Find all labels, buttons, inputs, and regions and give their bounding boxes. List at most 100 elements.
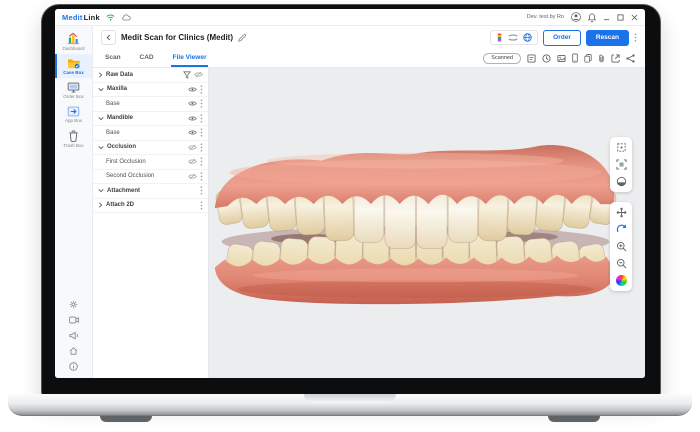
settings-gear-icon[interactable] <box>69 300 78 309</box>
brand-link: Link <box>84 13 100 22</box>
zoom-out-icon[interactable] <box>616 258 627 269</box>
tree-row-maxilla[interactable]: Maxilla <box>93 83 208 98</box>
laptop-mockup: MeditLink Dev. test by Ro Dashboard Case <box>0 0 700 432</box>
visibility-off-icon[interactable] <box>194 71 203 78</box>
cloud-icon <box>121 14 131 21</box>
tree-row-first-occlusion[interactable]: First Occlusion <box>93 155 208 170</box>
maximize-icon[interactable] <box>617 14 624 21</box>
row-menu-icon[interactable] <box>200 128 203 137</box>
sidebar-item-dashboard[interactable]: Dashboard <box>55 28 92 54</box>
attachment-icon[interactable] <box>598 54 605 63</box>
capture-icon[interactable] <box>557 54 566 63</box>
tree-row-attachment[interactable]: Attachment <box>93 184 208 199</box>
camera-icon[interactable] <box>69 316 79 324</box>
mobile-icon[interactable] <box>572 53 578 63</box>
row-menu-icon[interactable] <box>200 99 203 108</box>
pencil-icon[interactable] <box>238 34 246 42</box>
tab-file-viewer[interactable]: File Viewer <box>171 49 209 67</box>
display-mode-icon[interactable] <box>616 176 627 187</box>
tree-row-attach-2d[interactable]: Attach 2D <box>93 199 208 214</box>
color-texture-icon[interactable] <box>616 275 627 286</box>
tree-row-second-occlusion[interactable]: Second Occlusion <box>93 170 208 185</box>
minimize-icon[interactable] <box>603 14 610 21</box>
order-button[interactable]: Order <box>543 30 581 46</box>
avatar-icon[interactable] <box>571 12 581 22</box>
expand-icon <box>98 87 104 92</box>
history-icon[interactable] <box>542 54 551 63</box>
tab-scan[interactable]: Scan <box>103 49 123 67</box>
trash-icon <box>68 130 79 142</box>
visibility-off-icon[interactable] <box>188 158 197 165</box>
tree-row-label: Attachment <box>107 188 140 194</box>
view-toolbar-bottom <box>610 202 632 291</box>
visibility-on-icon[interactable] <box>188 86 197 93</box>
tree-row-mandible[interactable]: Mandible <box>93 112 208 127</box>
tree-row-label: Mandible <box>107 115 133 121</box>
tree-row-label: Occlusion <box>107 144 136 150</box>
case-title: Medit Scan for Clinics (Medit) <box>121 33 233 42</box>
dashboard-icon <box>67 32 80 45</box>
collapse-icon <box>98 202 103 208</box>
row-menu-icon[interactable] <box>200 172 203 181</box>
rescan-button[interactable]: Rescan <box>586 30 629 46</box>
close-icon[interactable] <box>631 14 638 21</box>
tree-row-label: Second Occlusion <box>106 173 154 179</box>
visibility-on-icon[interactable] <box>188 115 197 122</box>
move-icon[interactable] <box>616 207 627 218</box>
app-window: MeditLink Dev. test by Ro Dashboard Case <box>55 9 645 378</box>
titlebar: MeditLink Dev. test by Ro <box>55 9 645 26</box>
visibility-on-icon[interactable] <box>188 129 197 136</box>
info-icon[interactable] <box>69 362 78 371</box>
tree-row-label: Raw Data <box>106 72 133 78</box>
visibility-off-icon[interactable] <box>188 173 197 180</box>
web-viewer-icon[interactable] <box>523 33 532 42</box>
sidebar-item-trash-box[interactable]: Trash Box <box>55 126 92 151</box>
sidebar: Dashboard Case Box Order Box App Box Tra… <box>55 26 93 378</box>
tree-row-label: Base <box>106 101 120 107</box>
scanned-status-badge: Scanned <box>483 53 521 64</box>
zoom-to-fit-icon[interactable] <box>616 159 627 170</box>
tree-row-raw-data[interactable]: Raw Data <box>93 68 208 83</box>
share-icon[interactable] <box>626 54 635 63</box>
visibility-off-icon[interactable] <box>188 144 197 151</box>
sidebar-item-label: Trash Box <box>63 143 83 148</box>
wifi-icon <box>106 14 115 21</box>
zoom-in-icon[interactable] <box>616 241 627 252</box>
brand-medit: Medit <box>62 13 83 22</box>
row-menu-icon[interactable] <box>200 201 203 210</box>
row-menu-icon[interactable] <box>200 186 203 195</box>
color-map-icon[interactable] <box>496 33 503 42</box>
home-icon[interactable] <box>69 347 78 355</box>
order-box-monitor-icon <box>67 82 80 93</box>
row-menu-icon[interactable] <box>200 114 203 123</box>
tree-row-mandible-base[interactable]: Base <box>93 126 208 141</box>
row-menu-icon[interactable] <box>200 85 203 94</box>
back-button[interactable] <box>101 30 116 45</box>
filter-icon[interactable] <box>183 71 191 79</box>
more-menu-icon[interactable] <box>634 33 637 42</box>
sidebar-item-case-box[interactable]: Case Box <box>55 54 92 78</box>
tab-cad[interactable]: CAD <box>138 49 156 67</box>
sidebar-item-order-box[interactable]: Order Box <box>55 78 92 102</box>
row-menu-icon[interactable] <box>200 157 203 166</box>
rotate-icon[interactable] <box>616 224 627 235</box>
view-toolbar-top <box>610 137 632 192</box>
fit-view-icon[interactable] <box>616 142 627 153</box>
laptop-base-notch <box>304 394 396 403</box>
sidebar-item-app-box[interactable]: App Box <box>55 102 92 126</box>
visibility-on-icon[interactable] <box>188 100 197 107</box>
row-menu-icon[interactable] <box>200 143 203 152</box>
dental-scan-model[interactable] <box>210 131 621 307</box>
3d-viewer[interactable] <box>209 68 645 378</box>
copy-icon[interactable] <box>584 54 592 63</box>
collapse-icon <box>98 72 103 78</box>
tree-row-occlusion[interactable]: Occlusion <box>93 141 208 156</box>
case-header: Medit Scan for Clinics (Medit) Order Res… <box>93 26 645 49</box>
bell-icon[interactable] <box>588 13 596 22</box>
export-icon[interactable] <box>611 54 620 63</box>
announcement-icon[interactable] <box>69 331 79 340</box>
occlusion-icon[interactable] <box>508 33 518 42</box>
tree-row-maxilla-base[interactable]: Base <box>93 97 208 112</box>
sidebar-bottom <box>55 300 92 378</box>
memo-icon[interactable] <box>527 54 536 63</box>
